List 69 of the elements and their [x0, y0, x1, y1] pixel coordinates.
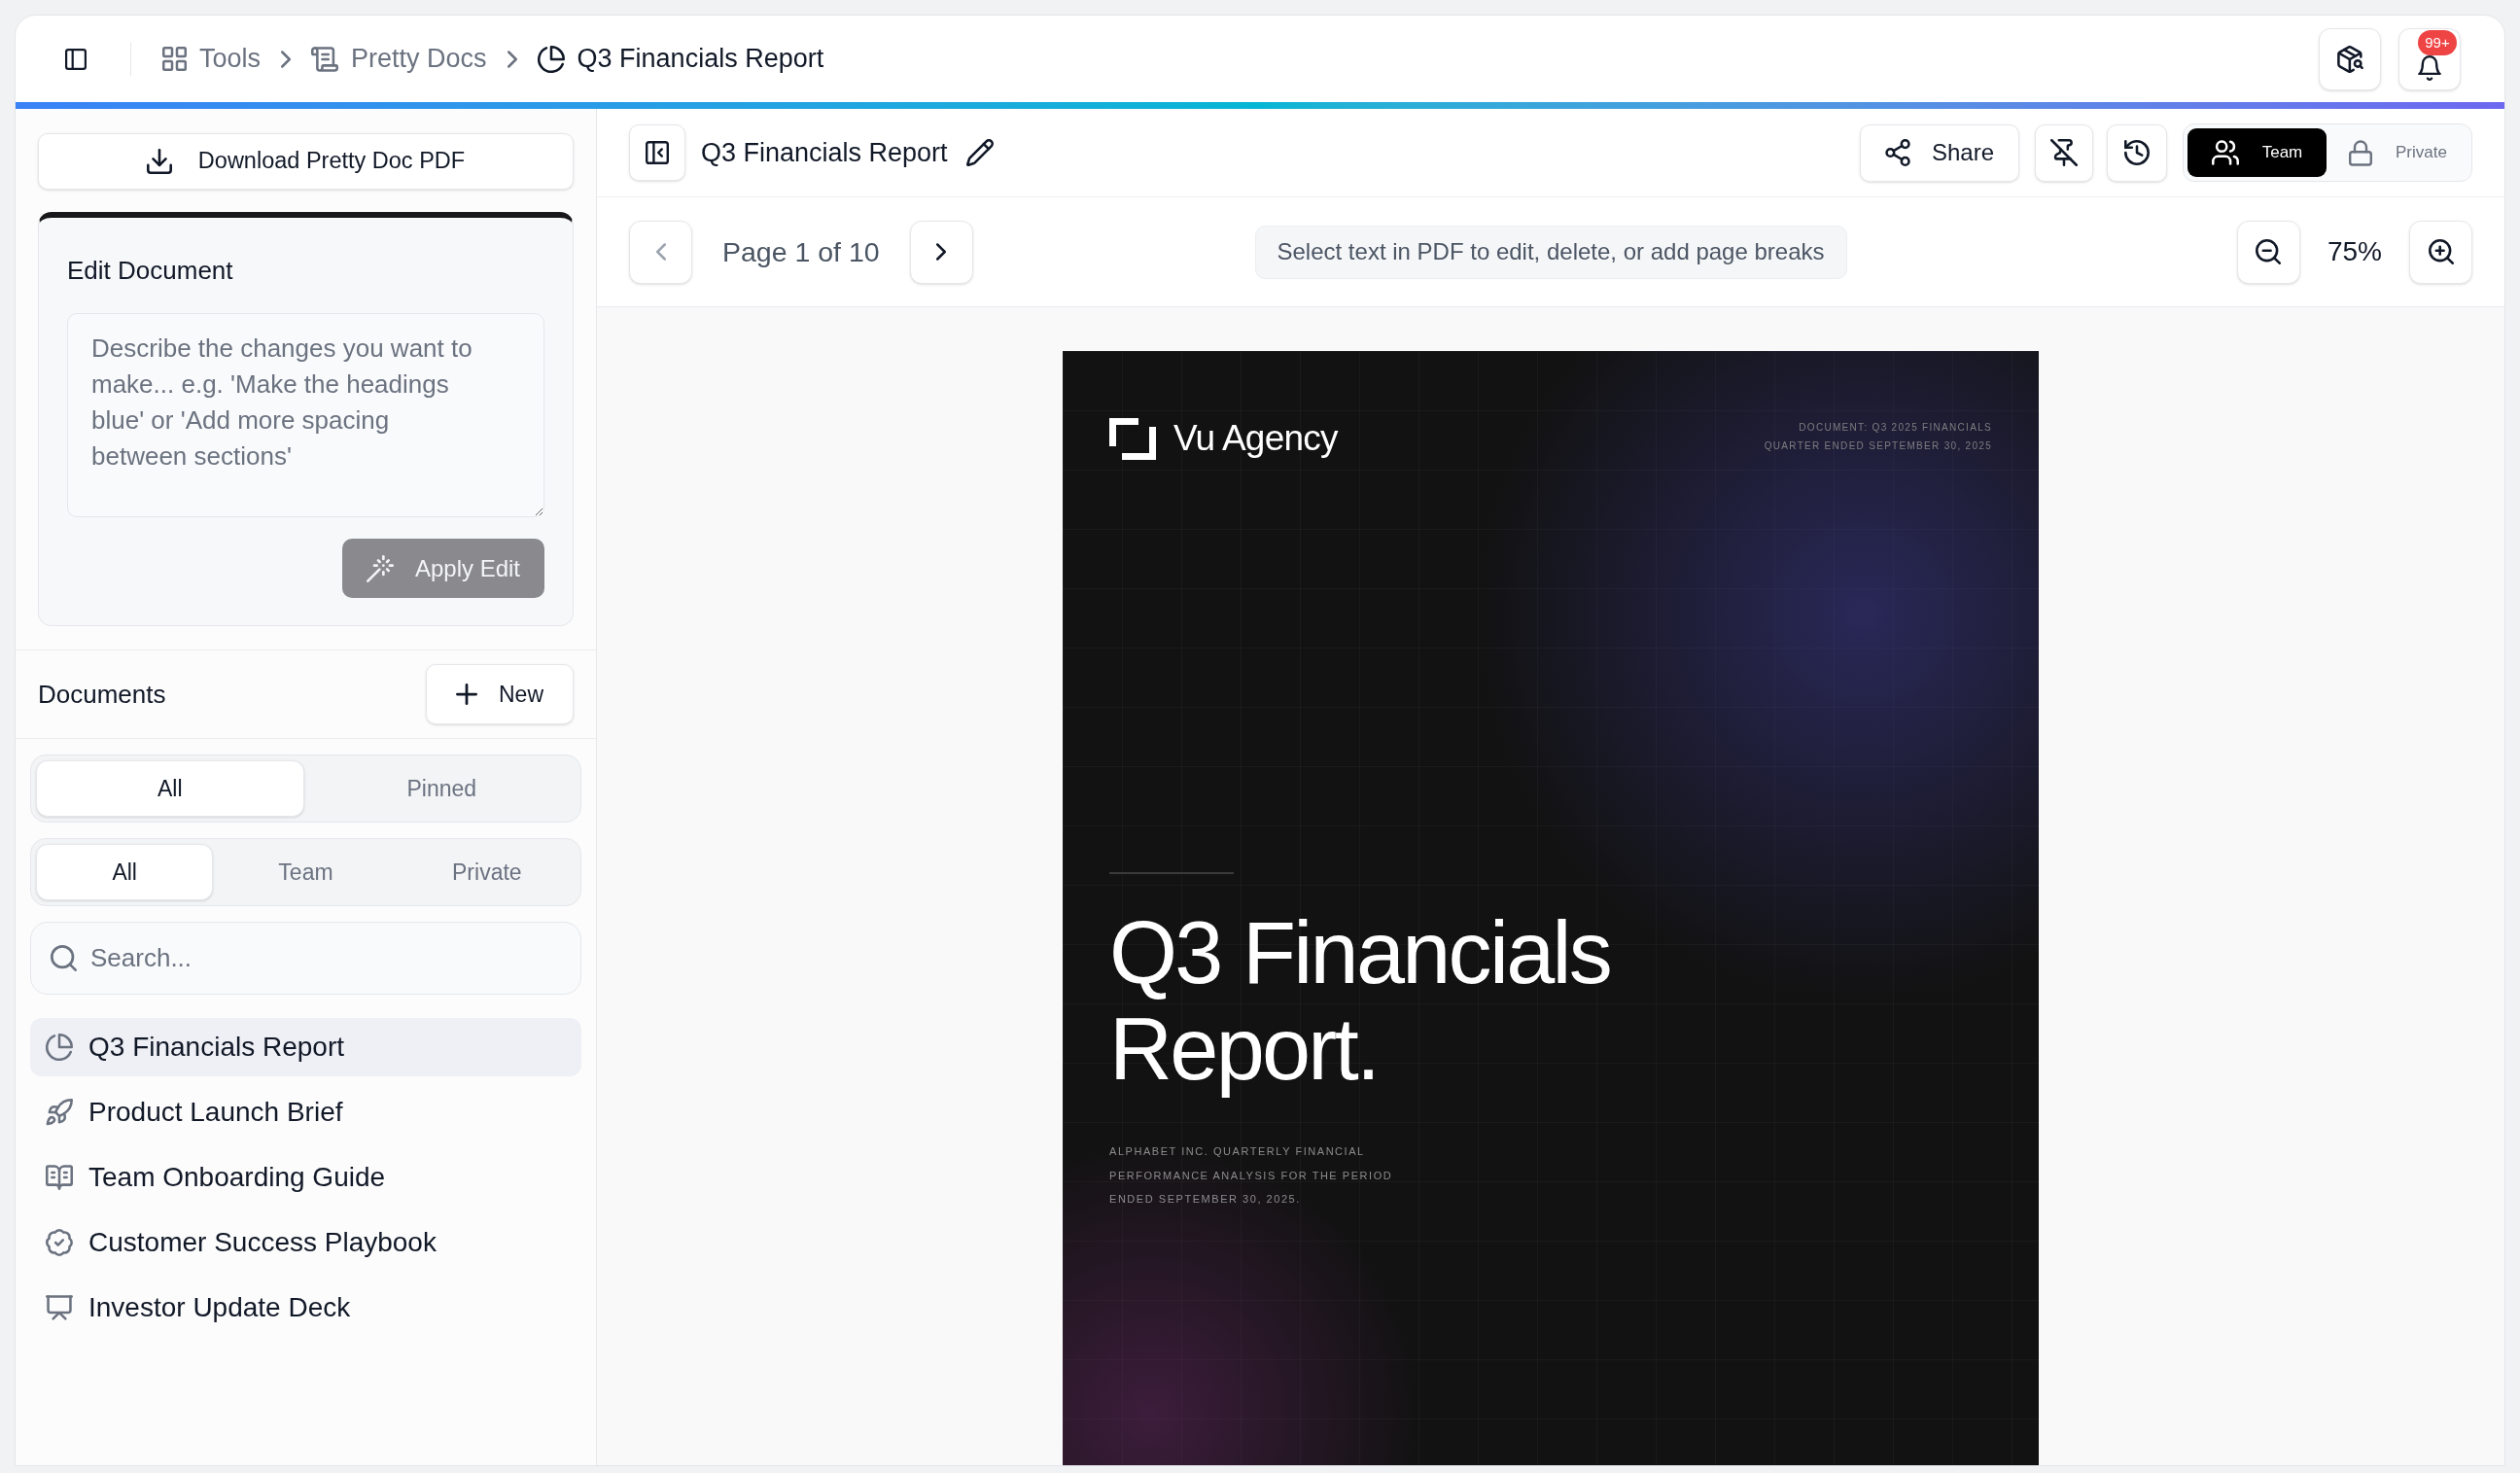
documents-heading: Documents [38, 678, 166, 711]
zoom-level: 75% [2327, 235, 2382, 268]
history-icon [2124, 140, 2150, 165]
share-icon [1884, 139, 1910, 166]
logo-icon [1109, 417, 1156, 460]
bell-icon [2418, 54, 2441, 81]
pencil-icon [965, 139, 994, 166]
filter-tab[interactable]: All [36, 760, 304, 817]
notification-badge: 99+ [2418, 29, 2457, 55]
brand-name: Vu Agency [1173, 417, 1338, 460]
filter-tab[interactable]: Pinned [307, 760, 576, 817]
unpin-button[interactable] [2035, 123, 2093, 182]
filter-tab[interactable]: Team [217, 844, 395, 900]
grid-icon [162, 47, 187, 71]
breadcrumb-link[interactable]: Tools [162, 39, 262, 79]
document-title: Q3 Financials Report [701, 136, 948, 169]
document-meta-line: QUARTER ENDED SEPTEMBER 30, 2025 [1764, 439, 1992, 453]
download-icon [146, 149, 172, 174]
document-meta-line: DOCUMENT: Q3 2025 FINANCIALS [1799, 421, 1992, 435]
presentation-board-icon [46, 1294, 73, 1321]
chevron-right-icon [281, 50, 292, 68]
panel-collapse-icon [646, 141, 669, 164]
download-pdf-button[interactable]: Download Pretty Doc PDF [38, 133, 574, 190]
package-search-button[interactable] [2319, 27, 2381, 90]
document-item[interactable]: Customer Success Playbook [30, 1213, 581, 1272]
zoom-out-button[interactable] [2236, 220, 2300, 284]
pie-chart-icon [537, 45, 565, 73]
open-book-icon [46, 1164, 73, 1191]
edit-document-title: Edit Document [67, 255, 234, 286]
chevron-right-icon [936, 243, 947, 261]
search-field[interactable]: Search... [30, 922, 581, 995]
zoom-in-button[interactable] [2409, 220, 2472, 284]
rocket-icon [46, 1099, 73, 1126]
zoom-in-icon [2428, 239, 2454, 264]
report-title: Q3 Financials Report. [1109, 905, 1612, 1098]
visibility-tab[interactable]: Private [2328, 128, 2468, 177]
edit-hint: Select text in PDF to edit, delete, or add page breaks [1254, 225, 1847, 279]
package-search-icon [2336, 45, 2363, 73]
edit-instructions-field[interactable]: Describe the changes you want to make... e.g. 'Make the headings blue' or 'Add more spacing between sections' [67, 313, 544, 517]
breadcrumb-link[interactable]: Pretty Docs [311, 39, 487, 79]
chevron-right-icon [507, 50, 517, 68]
filter-tab[interactable]: All [36, 844, 214, 900]
search-icon [51, 945, 77, 971]
new-document-button[interactable]: New [426, 664, 574, 724]
filter-tab[interactable]: Private [398, 844, 576, 900]
zoom-out-icon [2256, 239, 2282, 264]
document-item[interactable]: Investor Update Deck [30, 1279, 581, 1337]
pin-off-icon [2050, 139, 2078, 166]
scroll-icon [311, 46, 339, 72]
users-icon [2211, 140, 2239, 165]
lock-icon [2349, 139, 2373, 166]
check-badge-icon [46, 1229, 73, 1256]
breadcrumb-link[interactable]: Q3 Financials Report [537, 39, 824, 79]
collapse-panel-button[interactable] [629, 124, 685, 181]
chevron-left-icon [655, 243, 666, 261]
report-subtitle: ALPHABET INC. QUARTERLY FINANCIAL PERFORMANCE ANALYSIS FOR THE PERIOD ENDED SEPTEMBER 30, 2025. [1109, 1144, 1394, 1207]
document-item[interactable]: Product Launch Brief [30, 1083, 581, 1141]
page-indicator: Page 1 of 10 [722, 234, 880, 269]
pie-chart-icon [46, 1034, 73, 1061]
document-item[interactable]: Team Onboarding Guide [30, 1148, 581, 1207]
document-item[interactable]: Q3 Financials Report [30, 1018, 581, 1076]
visibility-tab[interactable]: Team [2188, 128, 2327, 177]
share-button[interactable]: Share [1860, 123, 2019, 182]
notifications-button[interactable]: 99+ [2398, 27, 2461, 90]
plus-icon [456, 684, 477, 705]
sidebar-toggle-icon [65, 48, 87, 70]
history-button[interactable] [2107, 123, 2167, 182]
magic-wand-icon [366, 554, 394, 582]
rename-button[interactable] [964, 138, 995, 167]
